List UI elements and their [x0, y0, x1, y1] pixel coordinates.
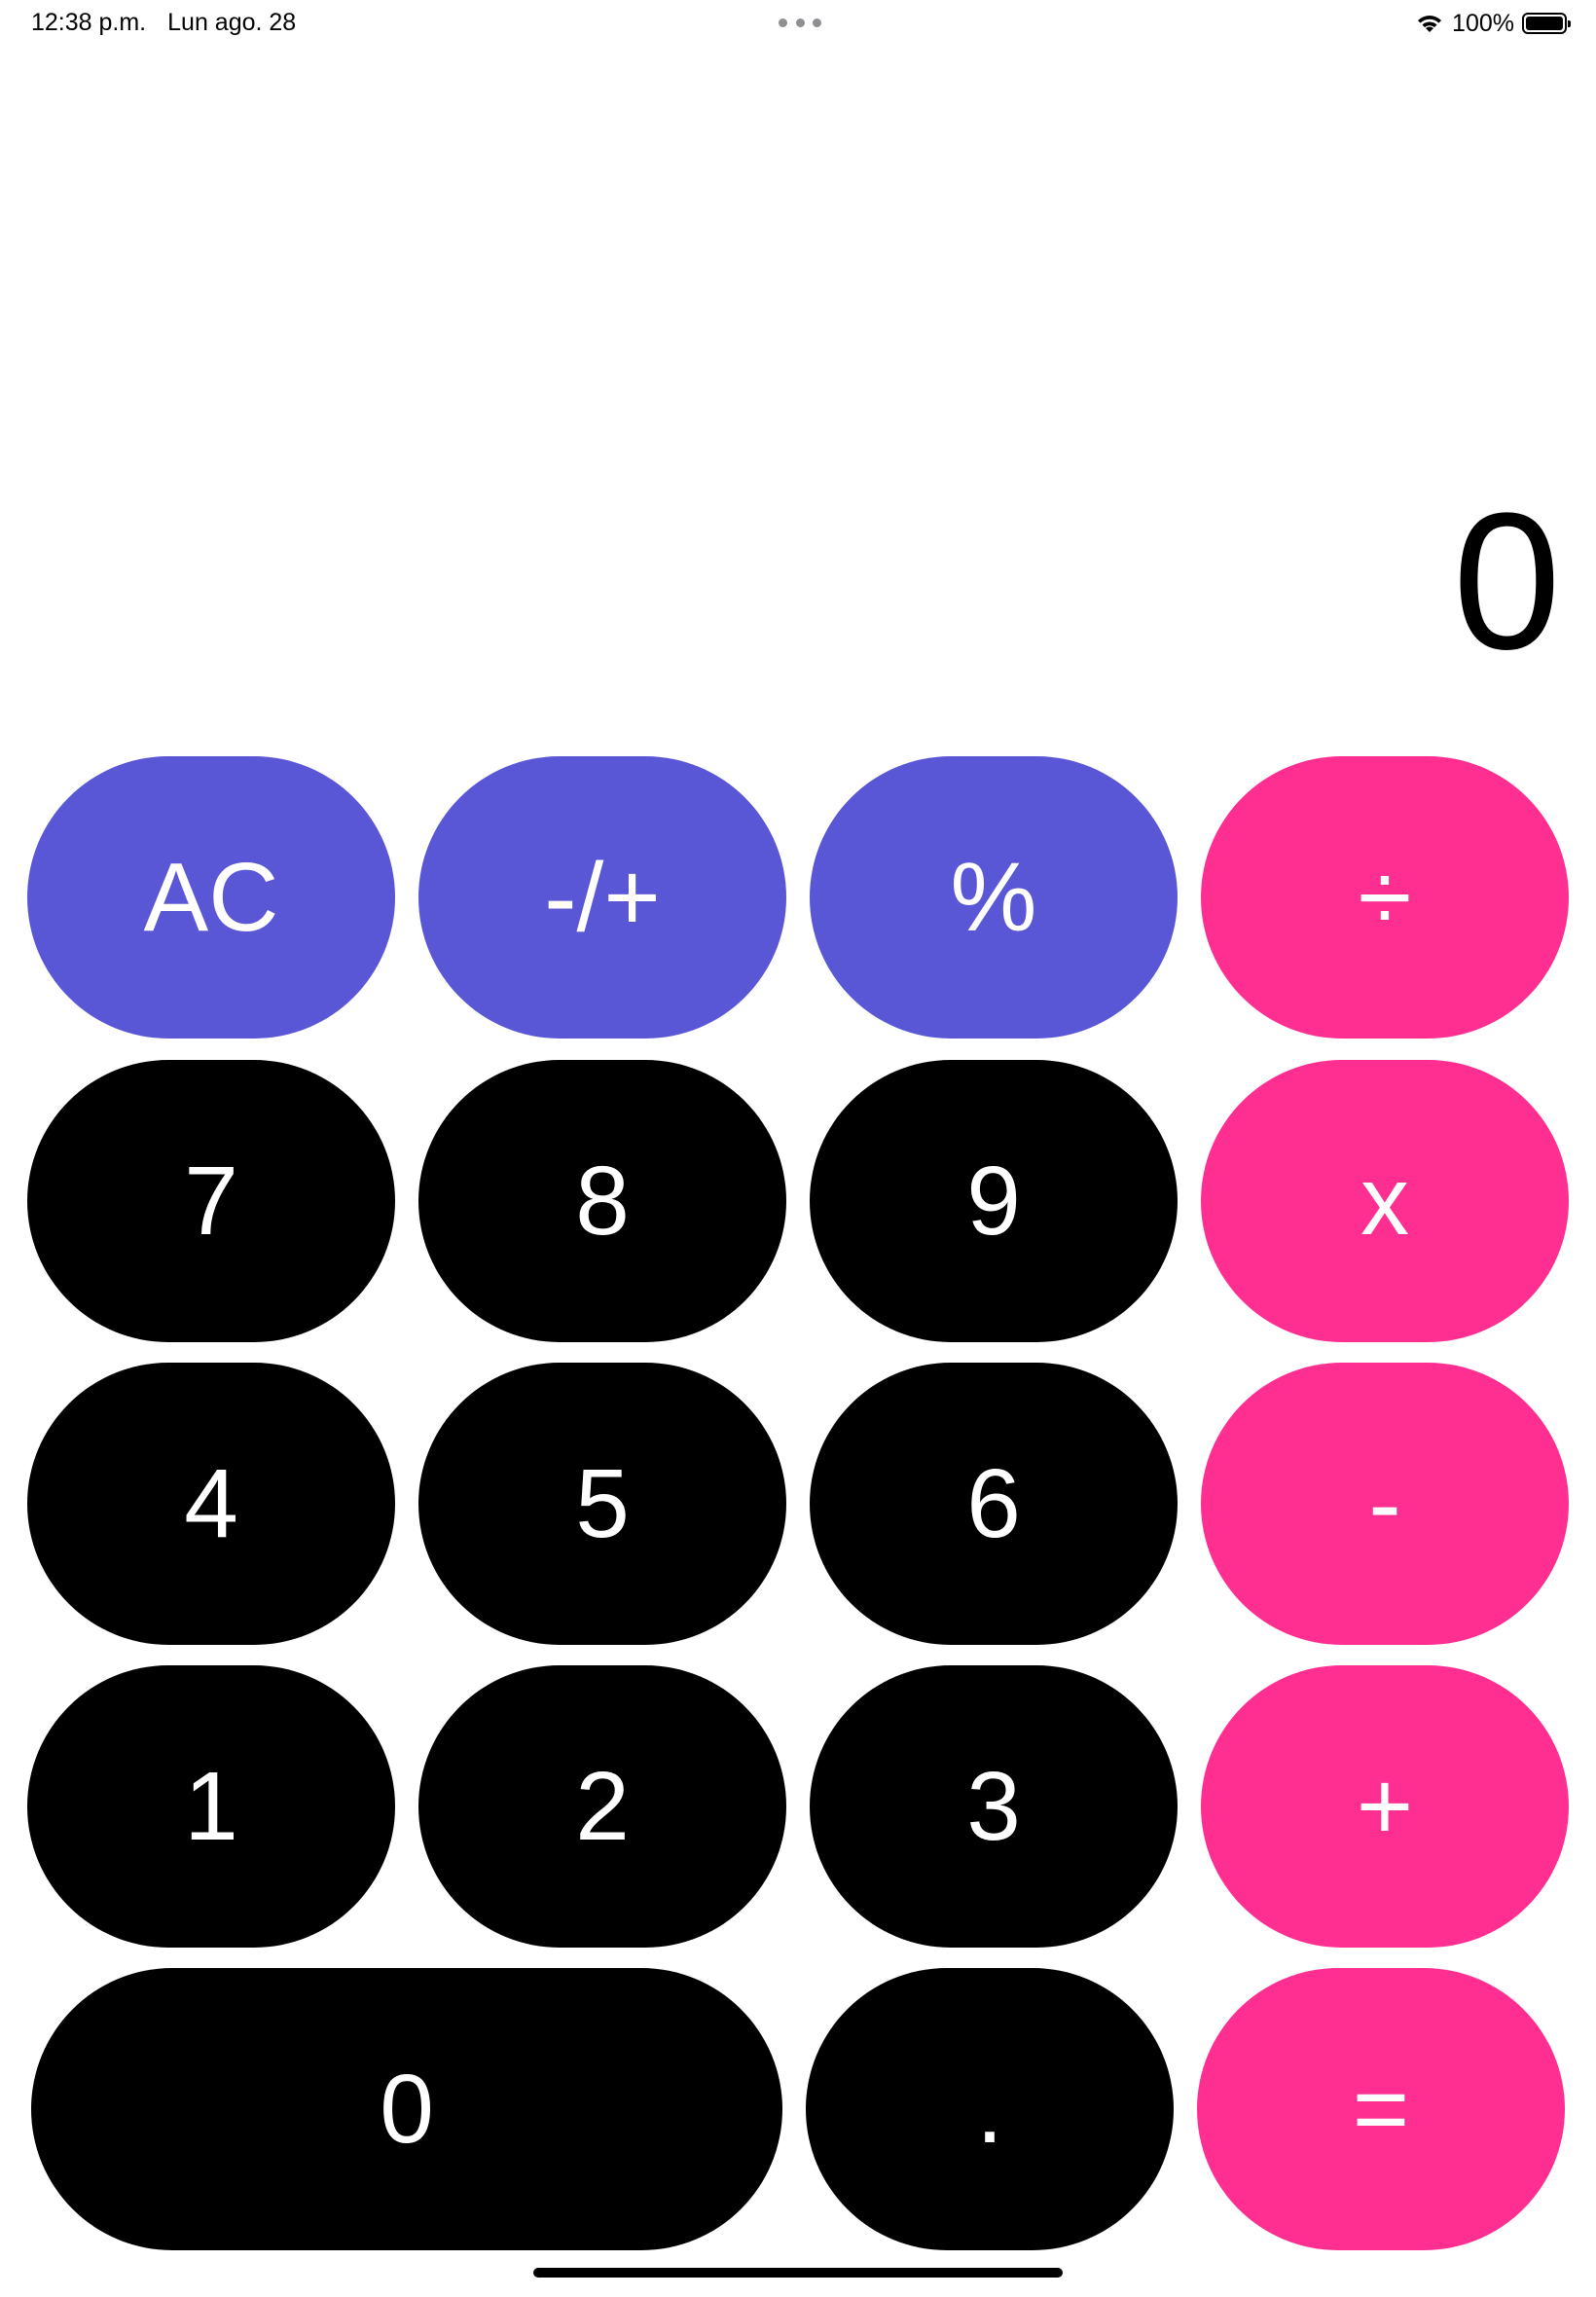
toggle-sign-button[interactable]: -/+	[418, 756, 786, 1039]
status-bar: 12:38 p.m. Lun ago. 28 100%	[0, 0, 1596, 47]
add-button[interactable]: +	[1201, 1665, 1569, 1948]
digit-8-button[interactable]: 8	[418, 1060, 786, 1342]
digit-2-button[interactable]: 2	[418, 1665, 786, 1948]
status-date: Lun ago. 28	[167, 9, 297, 36]
digit-4-button[interactable]: 4	[27, 1363, 395, 1645]
digit-3-button[interactable]: 3	[810, 1665, 1178, 1948]
multitasking-dots-icon[interactable]	[779, 17, 821, 28]
battery-percent: 100%	[1452, 9, 1514, 37]
home-indicator[interactable]	[533, 2268, 1063, 2278]
digit-0-button[interactable]: 0	[31, 1968, 782, 2250]
digit-1-button[interactable]: 1	[27, 1665, 395, 1948]
wifi-icon	[1418, 16, 1442, 32]
percent-button[interactable]: %	[810, 756, 1178, 1039]
subtract-button[interactable]: -	[1201, 1363, 1569, 1645]
multiply-button[interactable]: x	[1201, 1060, 1569, 1342]
equals-button[interactable]: =	[1197, 1968, 1565, 2250]
digit-9-button[interactable]: 9	[810, 1060, 1178, 1342]
status-right: 100%	[1415, 8, 1571, 39]
all-clear-button[interactable]: AC	[27, 756, 395, 1039]
digit-5-button[interactable]: 5	[418, 1363, 786, 1645]
digit-7-button[interactable]: 7	[27, 1060, 395, 1342]
calculator-display: 0	[1452, 473, 1561, 690]
digit-6-button[interactable]: 6	[810, 1363, 1178, 1645]
status-time: 12:38 p.m.	[31, 9, 147, 36]
battery-icon	[1522, 13, 1571, 34]
decimal-point-button[interactable]: .	[806, 1968, 1174, 2250]
divide-button[interactable]: ÷	[1201, 756, 1569, 1039]
status-left: 12:38 p.m. Lun ago. 28	[31, 9, 317, 37]
